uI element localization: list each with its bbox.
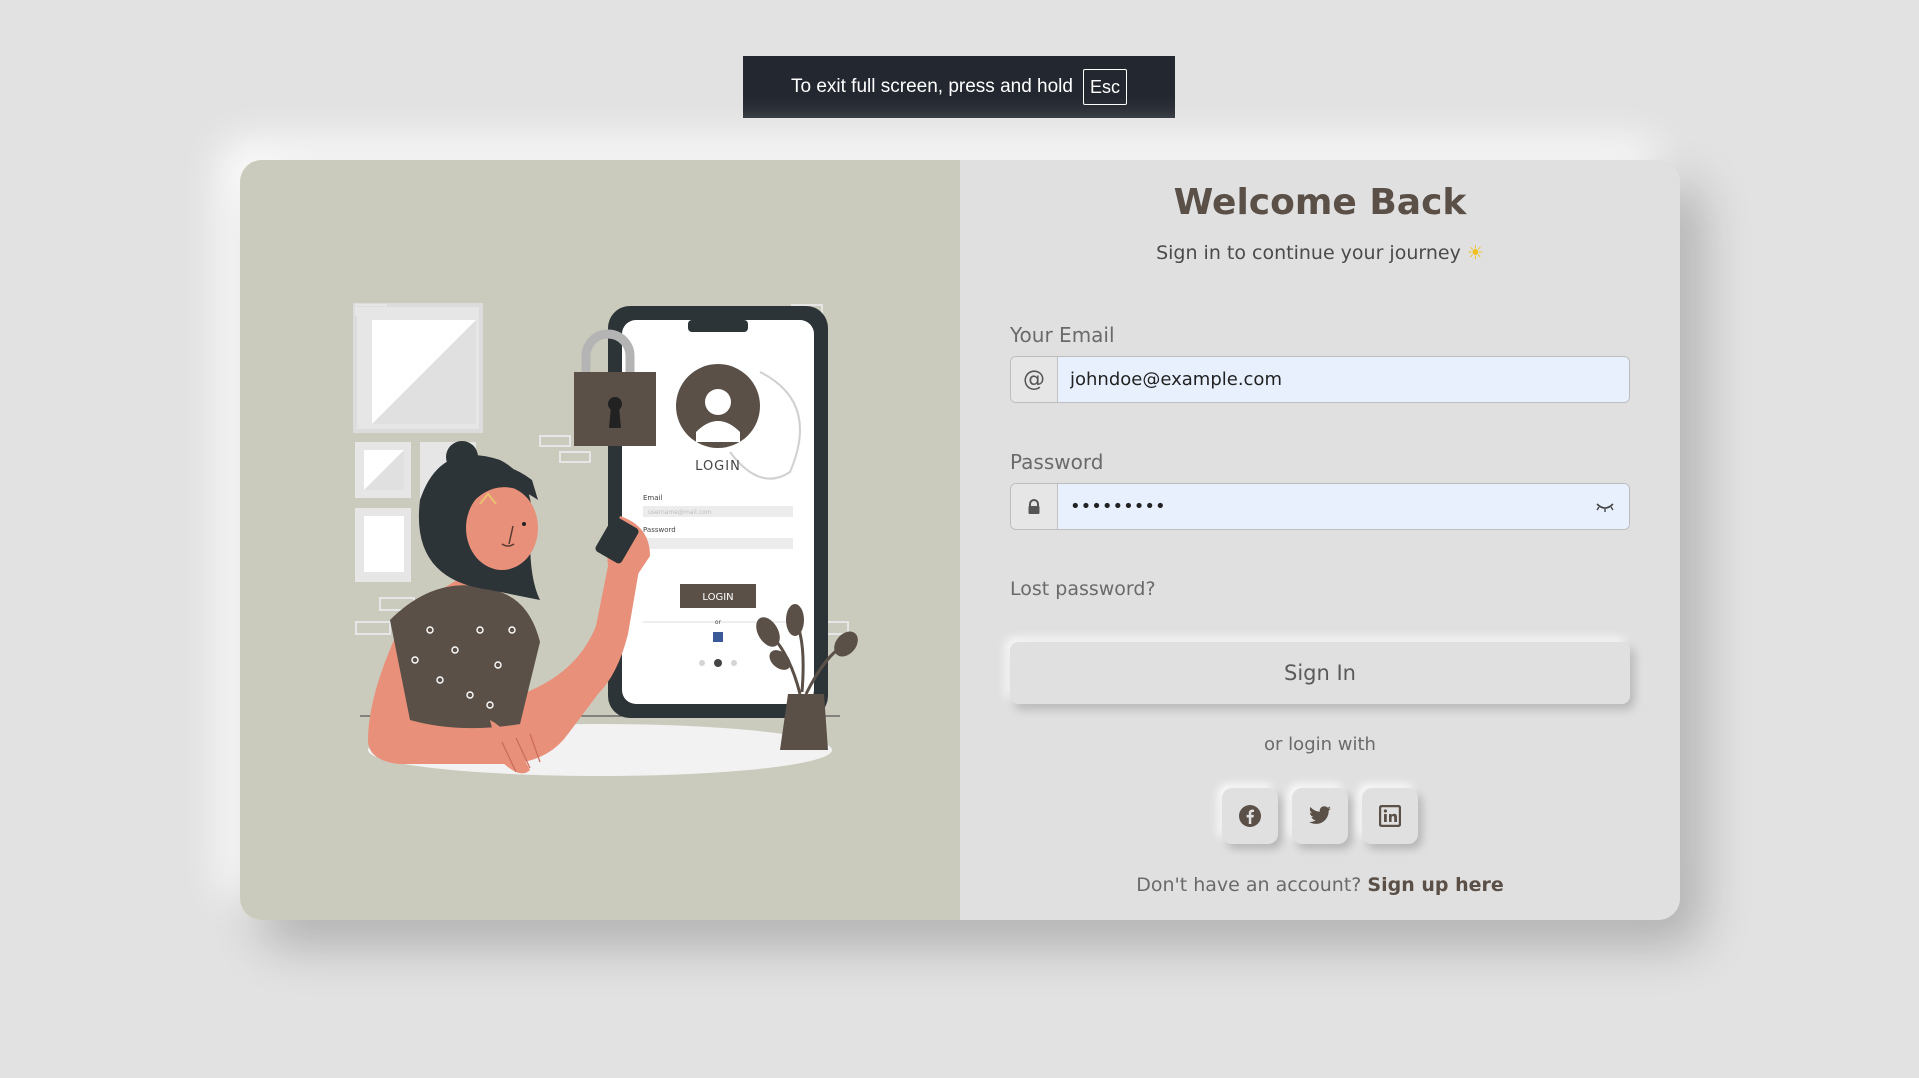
phone-login-title: LOGIN — [695, 459, 741, 474]
page-subtitle: Sign in to continue your journey ☀ — [960, 242, 1680, 264]
phone-mockup: LOGIN Email username@mail.com Password L… — [608, 306, 828, 718]
email-field[interactable] — [1058, 357, 1629, 402]
linkedin-icon — [1379, 805, 1401, 827]
lost-password-link[interactable]: Lost password? — [1010, 578, 1156, 600]
phone-email-placeholder: username@mail.com — [648, 509, 712, 516]
sign-in-button[interactable]: Sign In — [1010, 642, 1630, 704]
facebook-icon — [1239, 805, 1261, 827]
esc-key-hint: Esc — [1082, 69, 1127, 105]
phone-or: or — [715, 619, 722, 626]
phone-password-label: Password — [643, 526, 676, 534]
no-account-text: Don't have an account? — [1136, 874, 1362, 896]
fullscreen-exit-banner: To exit full screen, press and hold Esc — [743, 56, 1175, 118]
email-label: Your Email — [1010, 323, 1115, 347]
illustration-panel: LOGIN Email username@mail.com Password L… — [240, 160, 960, 920]
linkedin-login-button[interactable] — [1362, 788, 1418, 844]
page-title: Welcome Back — [1173, 182, 1467, 223]
social-login-row — [960, 788, 1680, 844]
phone-email-label: Email — [643, 494, 662, 502]
login-illustration: LOGIN Email username@mail.com Password L… — [353, 303, 858, 776]
twitter-login-button[interactable] — [1292, 788, 1348, 844]
twitter-icon — [1309, 806, 1331, 824]
facebook-login-button[interactable] — [1222, 788, 1278, 844]
at-icon: @ — [1011, 357, 1058, 402]
phone-login-button: LOGIN — [702, 592, 733, 603]
email-input-group: @ — [1010, 356, 1630, 403]
sun-icon: ☀ — [1466, 242, 1484, 264]
signup-prompt: Don't have an account? Sign up here — [960, 874, 1680, 896]
fullscreen-message: To exit full screen, press and hold — [790, 76, 1073, 97]
password-label: Password — [1010, 450, 1104, 474]
sign-up-link[interactable]: Sign up here — [1367, 874, 1503, 896]
eye-closed-icon[interactable] — [1581, 484, 1629, 529]
login-form-panel: Welcome Back Sign in to continue your jo… — [960, 160, 1680, 920]
lock-icon — [1011, 484, 1058, 529]
password-field[interactable] — [1058, 484, 1581, 529]
login-card: LOGIN Email username@mail.com Password L… — [240, 160, 1680, 920]
or-login-with-text: or login with — [1264, 734, 1376, 755]
subtitle-text: Sign in to continue your journey — [1156, 242, 1461, 264]
password-input-group — [1010, 483, 1630, 530]
